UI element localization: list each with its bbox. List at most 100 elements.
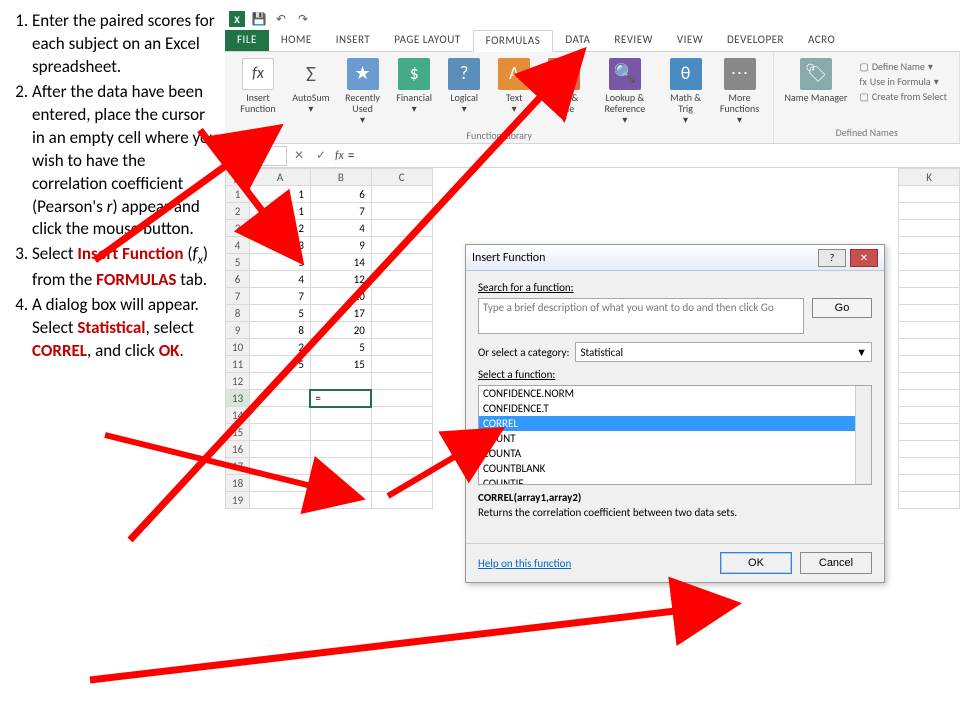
cell[interactable] bbox=[899, 407, 960, 424]
cell[interactable] bbox=[899, 237, 960, 254]
cell[interactable] bbox=[899, 492, 960, 509]
function-list-item[interactable]: CORREL bbox=[479, 416, 871, 431]
col-header-b[interactable]: B bbox=[310, 169, 371, 186]
cell[interactable] bbox=[371, 424, 432, 441]
cell[interactable] bbox=[899, 339, 960, 356]
row-header[interactable]: 10 bbox=[226, 339, 250, 356]
cell[interactable] bbox=[250, 390, 311, 407]
cell[interactable] bbox=[371, 254, 432, 271]
cell[interactable] bbox=[371, 203, 432, 220]
function-list-item[interactable]: COUNTBLANK bbox=[479, 461, 871, 476]
cell[interactable] bbox=[250, 441, 311, 458]
cell[interactable] bbox=[899, 186, 960, 203]
col-header-c[interactable]: C bbox=[371, 169, 432, 186]
cell[interactable]: 7 bbox=[310, 203, 371, 220]
fx-icon[interactable]: fx bbox=[335, 149, 344, 163]
dialog-close-icon[interactable]: ✕ bbox=[850, 249, 878, 267]
save-icon[interactable]: 💾 bbox=[251, 11, 267, 27]
cell[interactable] bbox=[371, 339, 432, 356]
cell[interactable] bbox=[899, 305, 960, 322]
name-manager-button[interactable]: 🏷Name Manager bbox=[780, 56, 851, 107]
cell[interactable] bbox=[250, 407, 311, 424]
cell[interactable] bbox=[371, 237, 432, 254]
logical-button[interactable]: ?Logical ▾ bbox=[440, 56, 488, 127]
cell[interactable]: 20 bbox=[310, 322, 371, 339]
cell[interactable]: 6 bbox=[310, 186, 371, 203]
cell[interactable] bbox=[899, 220, 960, 237]
list-scrollbar[interactable] bbox=[855, 386, 871, 484]
cell[interactable]: 1 bbox=[250, 186, 311, 203]
cell[interactable] bbox=[310, 441, 371, 458]
col-header-a[interactable]: A bbox=[250, 169, 311, 186]
formula-enter-icon[interactable]: ✓ bbox=[313, 148, 329, 163]
row-header[interactable]: 3 bbox=[226, 220, 250, 237]
row-header[interactable]: 15 bbox=[226, 424, 250, 441]
cell[interactable] bbox=[899, 254, 960, 271]
cell[interactable] bbox=[310, 458, 371, 475]
math-trig-button[interactable]: θMath & Trig ▾ bbox=[662, 56, 710, 127]
cell[interactable] bbox=[371, 475, 432, 492]
search-function-input[interactable]: Type a brief description of what you wan… bbox=[478, 298, 804, 334]
cell[interactable] bbox=[899, 288, 960, 305]
tab-review[interactable]: REVIEW bbox=[602, 30, 665, 51]
cell[interactable]: 5 bbox=[250, 254, 311, 271]
function-list-item[interactable]: CONFIDENCE.T bbox=[479, 401, 871, 416]
cell[interactable]: 1 bbox=[250, 203, 311, 220]
define-name-button[interactable]: ▢ Define Name ▾ bbox=[859, 60, 947, 73]
cell[interactable] bbox=[371, 186, 432, 203]
cell[interactable]: 20 bbox=[310, 288, 371, 305]
formula-input[interactable] bbox=[344, 146, 960, 166]
row-header[interactable]: 5 bbox=[226, 254, 250, 271]
more-functions-button[interactable]: ⋯More Functions ▾ bbox=[712, 56, 768, 127]
cell[interactable]: 4 bbox=[250, 271, 311, 288]
function-list-item[interactable]: COUNTIF bbox=[479, 476, 871, 485]
dialog-title-bar[interactable]: Insert Function ? ✕ bbox=[466, 245, 884, 271]
cell[interactable] bbox=[250, 458, 311, 475]
cell[interactable]: 9 bbox=[310, 237, 371, 254]
function-list-item[interactable]: COUNT bbox=[479, 431, 871, 446]
row-header[interactable]: 18 bbox=[226, 475, 250, 492]
cell[interactable] bbox=[310, 373, 371, 390]
cell[interactable] bbox=[250, 492, 311, 509]
row-header[interactable]: 8 bbox=[226, 305, 250, 322]
cell[interactable] bbox=[371, 322, 432, 339]
row-header[interactable]: 17 bbox=[226, 458, 250, 475]
tab-acrobat[interactable]: Acro bbox=[796, 30, 847, 51]
cell[interactable] bbox=[899, 322, 960, 339]
cell[interactable]: 5 bbox=[250, 305, 311, 322]
row-header[interactable]: 13 bbox=[226, 390, 250, 407]
cell[interactable] bbox=[250, 424, 311, 441]
cell[interactable]: 2 bbox=[250, 339, 311, 356]
cell[interactable] bbox=[899, 373, 960, 390]
ok-button[interactable]: OK bbox=[720, 552, 792, 574]
row-header[interactable]: 2 bbox=[226, 203, 250, 220]
cell[interactable]: 17 bbox=[310, 305, 371, 322]
cell[interactable]: 3 bbox=[250, 237, 311, 254]
undo-icon[interactable]: ↶ bbox=[273, 11, 289, 27]
cell[interactable] bbox=[899, 356, 960, 373]
cell[interactable] bbox=[371, 356, 432, 373]
cell[interactable]: 15 bbox=[310, 356, 371, 373]
tab-page-layout[interactable]: PAGE LAYOUT bbox=[382, 30, 472, 51]
tab-developer[interactable]: DEVELOPER bbox=[715, 30, 796, 51]
cell[interactable]: 14 bbox=[310, 254, 371, 271]
lookup-reference-button[interactable]: 🔍Lookup & Reference ▾ bbox=[590, 56, 659, 127]
cancel-button[interactable]: Cancel bbox=[800, 552, 872, 574]
cell[interactable] bbox=[899, 203, 960, 220]
financial-button[interactable]: $Financial ▾ bbox=[390, 56, 438, 127]
cell[interactable] bbox=[250, 373, 311, 390]
row-header[interactable]: 12 bbox=[226, 373, 250, 390]
cell[interactable] bbox=[899, 441, 960, 458]
row-header[interactable]: 6 bbox=[226, 271, 250, 288]
active-cell[interactable]: = bbox=[310, 390, 371, 407]
cell[interactable] bbox=[371, 305, 432, 322]
cell[interactable] bbox=[310, 407, 371, 424]
cell[interactable] bbox=[899, 271, 960, 288]
text-button[interactable]: AText ▾ bbox=[490, 56, 538, 127]
redo-icon[interactable]: ↷ bbox=[295, 11, 311, 27]
function-list[interactable]: CONFIDENCE.NORMCONFIDENCE.TCORRELCOUNTCO… bbox=[478, 385, 872, 485]
cell[interactable] bbox=[250, 475, 311, 492]
row-header[interactable]: 14 bbox=[226, 407, 250, 424]
tab-home[interactable]: HOME bbox=[269, 30, 324, 51]
cell[interactable] bbox=[310, 475, 371, 492]
